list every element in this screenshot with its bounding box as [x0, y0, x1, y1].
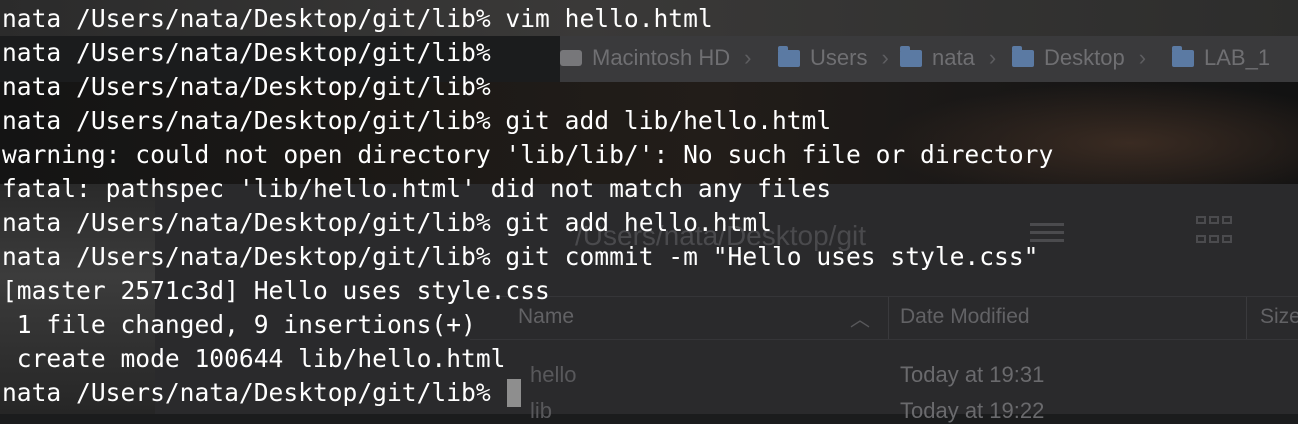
- terminal-line: [master 2571c3d] Hello uses style.css: [2, 276, 550, 305]
- terminal-line: nata /Users/nata/Desktop/git/lib% vim he…: [2, 4, 713, 33]
- terminal-prompt-line[interactable]: nata /Users/nata/Desktop/git/lib%: [2, 376, 522, 410]
- terminal-line: nata /Users/nata/Desktop/git/lib%: [2, 72, 491, 101]
- terminal-line: nata /Users/nata/Desktop/git/lib% git ad…: [2, 106, 832, 135]
- terminal-line: create mode 100644 lib/hello.html: [2, 344, 506, 373]
- terminal-line: nata /Users/nata/Desktop/git/lib%: [2, 38, 491, 67]
- terminal-output[interactable]: nata /Users/nata/Desktop/git/lib% vim he…: [0, 0, 1298, 414]
- terminal-line: 1 file changed, 9 insertions(+): [2, 310, 476, 339]
- terminal-prompt: nata /Users/nata/Desktop/git/lib%: [2, 378, 506, 407]
- terminal-line: fatal: pathspec 'lib/hello.html' did not…: [2, 174, 832, 203]
- terminal-line: nata /Users/nata/Desktop/git/lib% git co…: [2, 242, 1039, 271]
- terminal-line: warning: could not open directory 'lib/l…: [2, 140, 1054, 169]
- terminal-line: nata /Users/nata/Desktop/git/lib% git ad…: [2, 208, 772, 237]
- text-cursor: [507, 379, 522, 407]
